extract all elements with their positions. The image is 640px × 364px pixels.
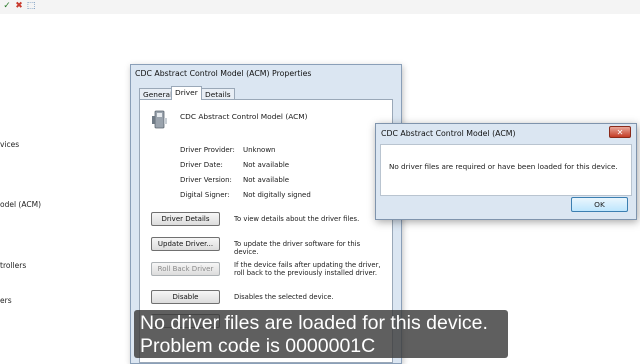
update-driver-icon[interactable]: ⬚ xyxy=(26,1,36,11)
update-driver-button[interactable]: Update Driver... xyxy=(151,237,220,251)
tree-item-devices[interactable]: vices xyxy=(0,140,19,149)
ok-button[interactable]: OK xyxy=(571,197,628,212)
tab-driver[interactable]: Driver xyxy=(171,86,202,100)
message-text: No driver files are required or have bee… xyxy=(389,162,618,171)
driver-date-label: Driver Date: xyxy=(180,161,223,169)
usb-device-icon xyxy=(152,110,167,129)
driver-version-label: Driver Version: xyxy=(180,176,232,184)
disable-description: Disables the selected device. xyxy=(234,293,334,301)
driver-date-value: Not available xyxy=(243,161,290,169)
caption-line-2: Problem code is 0000001C xyxy=(140,335,376,357)
digital-signer-value: Not digitally signed xyxy=(243,191,311,199)
tab-details[interactable]: Details xyxy=(201,88,235,99)
device-manager-toolbar: ✓ ✖ ⬚ xyxy=(0,0,640,14)
message-box: CDC Abstract Control Model (ACM) ✕ No dr… xyxy=(375,123,637,220)
tree-item-other[interactable]: ers xyxy=(0,296,12,305)
roll-back-driver-description: If the device fails after updating the d… xyxy=(234,261,381,277)
tree-item-acm[interactable]: odel (ACM) xyxy=(0,200,41,209)
properties-dialog-title: CDC Abstract Control Model (ACM) Propert… xyxy=(135,69,312,78)
disable-button[interactable]: Disable xyxy=(151,290,220,304)
update-driver-description: To update the driver software for this d… xyxy=(234,240,361,256)
scan-hardware-icon[interactable]: ✓ xyxy=(2,1,12,11)
driver-details-button[interactable]: Driver Details xyxy=(151,212,220,226)
message-box-body: No driver files are required or have bee… xyxy=(380,144,632,196)
driver-version-value: Not available xyxy=(243,176,290,184)
uninstall-icon[interactable]: ✖ xyxy=(14,1,24,11)
driver-details-description: To view details about the driver files. xyxy=(234,215,360,223)
video-caption: No driver files are loaded for this devi… xyxy=(134,310,508,358)
digital-signer-label: Digital Signer: xyxy=(180,191,230,199)
driver-provider-value: Unknown xyxy=(243,146,276,154)
message-box-title: CDC Abstract Control Model (ACM) xyxy=(381,129,516,138)
close-icon[interactable]: ✕ xyxy=(609,126,631,138)
roll-back-driver-button[interactable]: Roll Back Driver xyxy=(151,262,220,276)
device-name: CDC Abstract Control Model (ACM) xyxy=(180,112,308,121)
driver-provider-label: Driver Provider: xyxy=(180,146,235,154)
tree-item-controllers[interactable]: trollers xyxy=(0,261,26,270)
caption-line-1: No driver files are loaded for this devi… xyxy=(140,312,488,334)
